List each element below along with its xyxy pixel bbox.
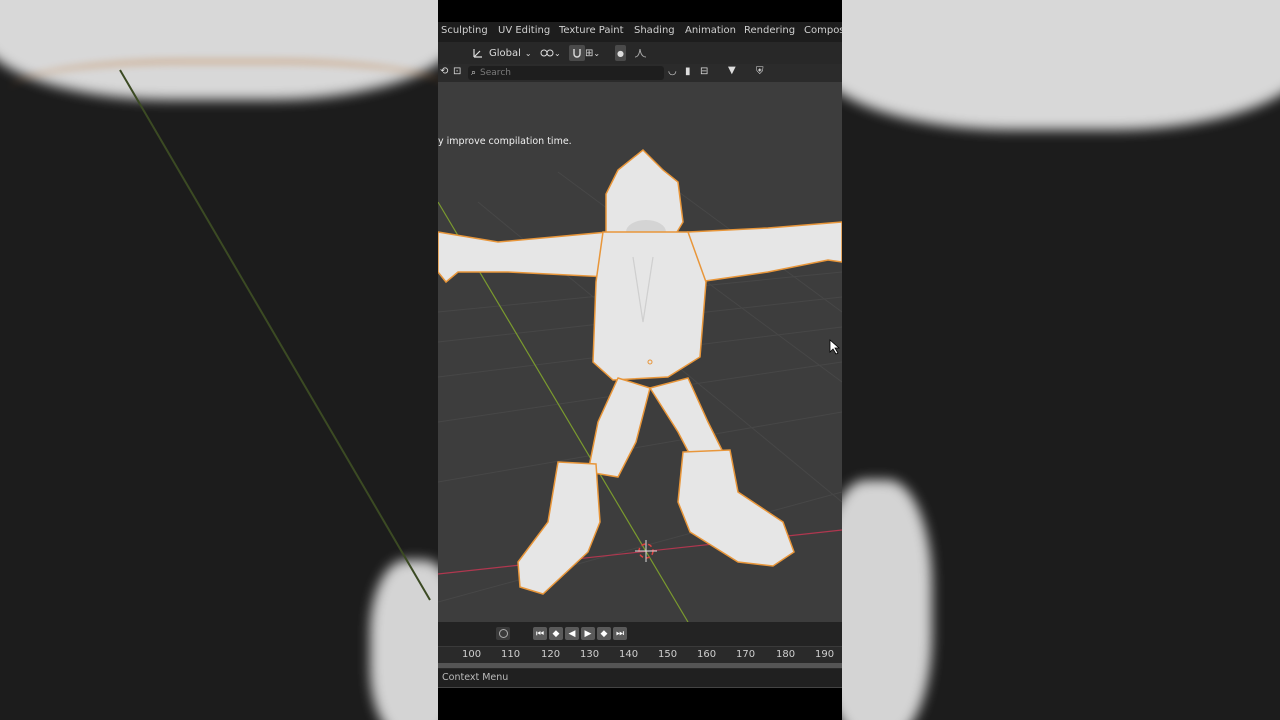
blurred-background-left: [0, 0, 438, 720]
blurred-axis-line: [119, 69, 431, 601]
new-collection-icon[interactable]: ⊟: [700, 66, 708, 77]
tab-shading[interactable]: Shading: [634, 25, 675, 36]
jump-to-keyframe-forward-button[interactable]: ◆: [597, 627, 611, 640]
jacket: [592, 231, 707, 381]
link-icon: [540, 49, 554, 57]
proportional-edit-toggle[interactable]: ●: [615, 45, 626, 61]
search-input[interactable]: ⌕ Search: [468, 66, 664, 80]
blurred-boot-shape: [842, 480, 932, 720]
mouse-cursor-icon: [829, 339, 841, 355]
status-hint: Context Menu: [442, 672, 509, 683]
proportional-icon: ●: [617, 48, 624, 58]
filter-icon[interactable]: ▼: [728, 65, 736, 76]
frame-tick: 190: [815, 649, 835, 660]
jump-to-end-button[interactable]: ⏭: [613, 627, 627, 640]
snap-target-icon: ⊞: [585, 47, 594, 59]
timeline-scrollbar[interactable]: [438, 663, 842, 668]
status-bar: Context Menu: [438, 669, 842, 688]
left-leg: [587, 377, 651, 478]
left-arm: [438, 231, 609, 284]
left-boot: [517, 461, 601, 595]
snap-toggle[interactable]: [569, 45, 585, 61]
jump-to-start-button[interactable]: ⏮: [533, 627, 547, 640]
auto-keying-toggle[interactable]: [496, 627, 510, 640]
filter-mode-icon[interactable]: ⊡: [453, 66, 461, 77]
viewport-header: Global ⌄ ⌄ ⊞ ⌄ ●: [438, 42, 842, 64]
workspace-tab-bar: Sculpting UV Editing Texture Paint Shadi…: [438, 22, 842, 42]
frame-tick: 130: [580, 649, 600, 660]
frame-tick: 140: [619, 649, 639, 660]
frame-tick: 180: [776, 649, 796, 660]
right-arm: [687, 221, 842, 283]
video-frame: Sculpting UV Editing Texture Paint Shadi…: [438, 0, 842, 720]
frame-tick: 150: [658, 649, 678, 660]
snap-icon: [573, 49, 581, 58]
play-icon[interactable]: ▶: [581, 627, 595, 640]
falloff-icon: [634, 48, 647, 58]
viewport-scene: [438, 148, 842, 622]
search-icon: ⌕: [471, 68, 477, 78]
frame-tick: 110: [501, 649, 521, 660]
search-placeholder: Search: [480, 68, 511, 78]
tab-animation[interactable]: Animation: [685, 25, 736, 36]
dropdown-icon: ⌄: [554, 48, 561, 58]
bookmark-icon[interactable]: ▮: [685, 66, 691, 77]
tab-texture-paint[interactable]: Texture Paint: [559, 25, 624, 36]
jump-to-keyframe-back-button[interactable]: ◆: [549, 627, 563, 640]
3d-viewport[interactable]: y improve compilation time.: [438, 82, 842, 622]
snap-target-dropdown[interactable]: ⊞ ⌄: [585, 45, 600, 61]
tab-sculpting[interactable]: Sculpting: [441, 25, 488, 36]
orientation-label: Global: [489, 47, 521, 59]
pivot-dropdown[interactable]: ⌄: [540, 45, 561, 61]
right-boot: [677, 449, 795, 567]
tab-compositing[interactable]: Composi: [804, 25, 842, 36]
play-reverse-button[interactable]: ◀: [565, 627, 579, 640]
frame-tick: 160: [697, 649, 717, 660]
sync-icon[interactable]: ◡: [668, 66, 677, 77]
frame-tick: 120: [541, 649, 561, 660]
shield-icon[interactable]: ⛨: [756, 66, 764, 77]
tab-uv-editing[interactable]: UV Editing: [498, 25, 550, 36]
display-mode-icon[interactable]: ⟲: [440, 66, 448, 77]
compilation-notice: y improve compilation time.: [438, 136, 572, 147]
dropdown-icon: ⌄: [524, 48, 532, 58]
frame-tick: 100: [462, 649, 482, 660]
frame-tick: 170: [736, 649, 756, 660]
orientation-icon: [473, 49, 482, 58]
dropdown-icon: ⌄: [593, 48, 601, 58]
blurred-background-right: [842, 0, 1280, 720]
timeline-controls: ⏮ ◆ ◀ ▶ ◆ ⏭: [438, 622, 842, 646]
transform-orientation-dropdown[interactable]: Global ⌄: [472, 45, 532, 61]
tab-rendering[interactable]: Rendering: [744, 25, 795, 36]
outliner-header: ⟲ ⊡ ⌕ Search ◡ ▮ ⊟ ▼ ⛨: [438, 64, 842, 82]
character-model[interactable]: [438, 148, 842, 595]
blurred-arm-shape: [842, 0, 1280, 130]
falloff-dropdown[interactable]: [634, 45, 648, 61]
